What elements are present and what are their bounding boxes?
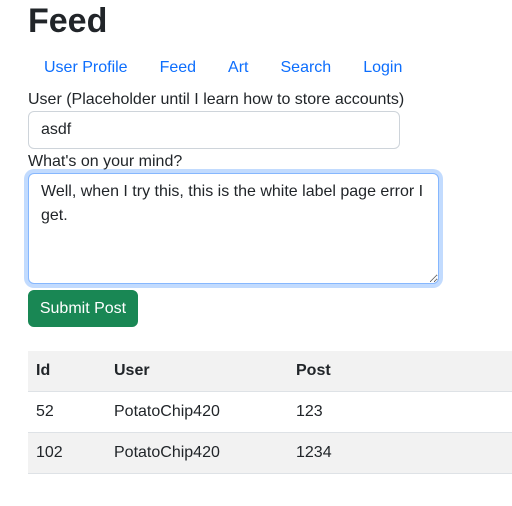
cell-id: 52 <box>28 391 106 433</box>
nav-link-feed[interactable]: Feed <box>144 56 212 80</box>
page-title: Feed <box>28 2 108 40</box>
nav-link-search[interactable]: Search <box>265 56 348 80</box>
post-field-label: What's on your mind? <box>28 153 183 170</box>
column-header-post: Post <box>288 351 512 392</box>
table-header-row: Id User Post <box>28 351 512 392</box>
cell-post: 123 <box>288 391 512 433</box>
cell-user: PotatoChip420 <box>106 391 288 433</box>
nav-link-art[interactable]: Art <box>212 56 264 80</box>
cell-id: 102 <box>28 432 106 474</box>
user-field-label: User (Placeholder until I learn how to s… <box>28 91 405 108</box>
cell-post: 1234 <box>288 432 512 474</box>
column-header-user: User <box>106 351 288 392</box>
main-nav: User Profile Feed Art Search Login <box>28 56 418 80</box>
table-row: 52 PotatoChip420 123 <box>28 391 512 433</box>
cell-user: PotatoChip420 <box>106 432 288 474</box>
table-row: 102 PotatoChip420 1234 <box>28 432 512 474</box>
column-header-id: Id <box>28 351 106 392</box>
nav-link-user-profile[interactable]: User Profile <box>28 56 144 80</box>
posts-table: Id User Post 52 PotatoChip420 123 102 Po… <box>28 351 512 474</box>
user-input[interactable] <box>28 111 400 149</box>
nav-link-login[interactable]: Login <box>347 56 418 80</box>
post-textarea[interactable]: Well, when I try this, this is the white… <box>28 173 439 284</box>
submit-post-button[interactable]: Submit Post <box>28 290 138 327</box>
